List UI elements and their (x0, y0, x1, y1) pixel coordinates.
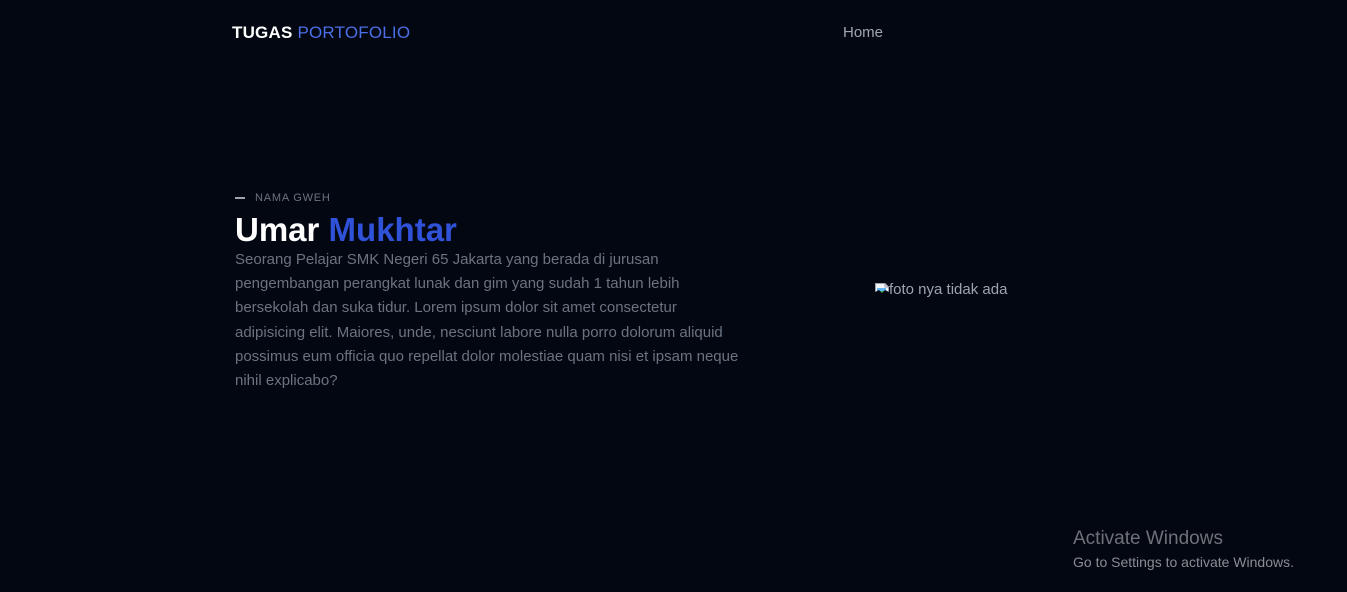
page: TUGAS PORTOFOLIO Home NAMA GWEH Umar Muk… (0, 0, 1347, 592)
hero-description: Seorang Pelajar SMK Negeri 65 Jakarta ya… (235, 251, 739, 390)
watermark-title: Activate Windows (1073, 528, 1223, 549)
first-name: Umar (235, 211, 320, 248)
watermark-subtitle: Go to Settings to activate Windows. (1073, 554, 1294, 570)
photo-alt-text: foto nya tidak ada (889, 281, 1008, 298)
broken-image-icon (874, 282, 890, 298)
hero-eyebrow: NAMA GWEH (235, 191, 331, 205)
windows-activation-watermark: Activate Windows Go to Settings to activ… (1073, 527, 1294, 572)
brand-logo[interactable]: TUGAS PORTOFOLIO (232, 22, 410, 44)
profile-photo: foto nya tidak ada (874, 280, 1007, 300)
brand-strong-text: TUGAS (232, 23, 293, 42)
nav-link-home[interactable]: Home (843, 23, 883, 43)
eyebrow-dash (235, 197, 245, 199)
eyebrow-label: NAMA GWEH (255, 192, 331, 204)
hero-name-heading: Umar Mukhtar (235, 209, 457, 251)
last-name: Mukhtar (328, 211, 457, 248)
brand-light-text: PORTOFOLIO (297, 23, 411, 42)
